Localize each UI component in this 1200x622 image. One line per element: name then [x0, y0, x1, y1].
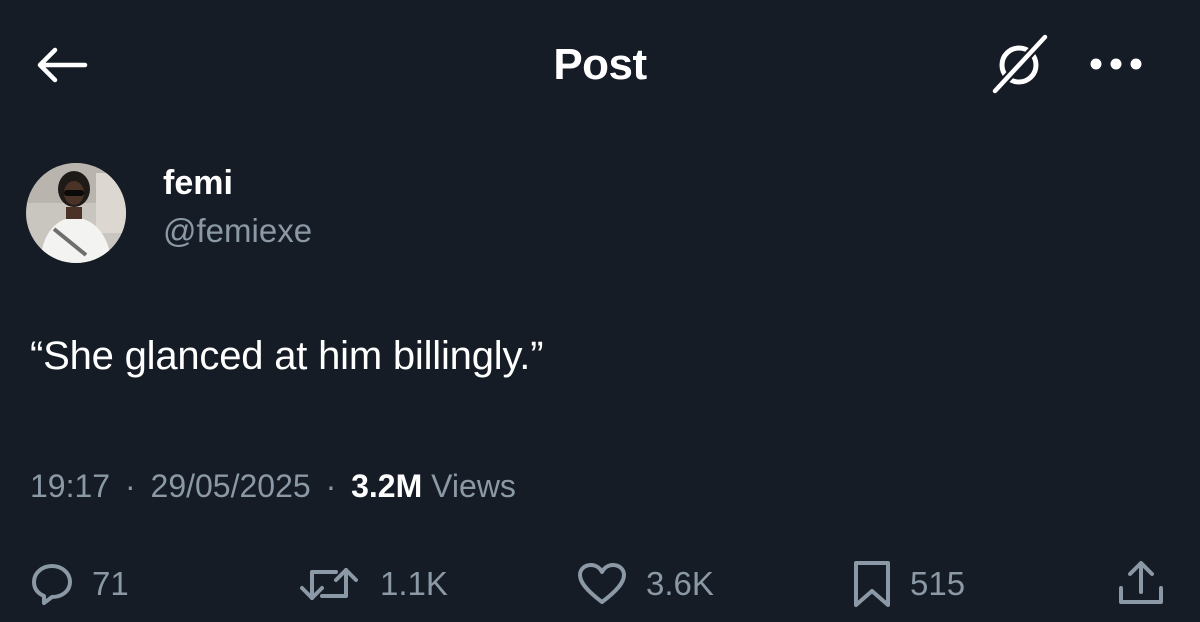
grok-button[interactable] [984, 32, 1056, 100]
meta-separator: · [124, 468, 136, 504]
repost-icon [296, 562, 362, 606]
avatar[interactable] [26, 163, 126, 263]
bookmark-button[interactable]: 515 [852, 556, 965, 612]
post-date[interactable]: 29/05/2025 [151, 468, 311, 504]
post-screen: Post femi @femiexe “She glanced at him b… [0, 0, 1200, 622]
reply-count: 71 [92, 565, 129, 602]
author-handle[interactable]: @femiexe [163, 212, 312, 250]
meta-separator: · [325, 468, 337, 504]
repost-count: 1.1K [380, 565, 448, 602]
share-button[interactable] [1116, 556, 1166, 612]
post-time[interactable]: 19:17 [30, 468, 110, 504]
bookmark-icon [852, 559, 892, 609]
views-label: Views [431, 468, 516, 504]
top-bar: Post [0, 0, 1200, 134]
views-count: 3.2M [351, 468, 423, 504]
author-display-name[interactable]: femi [163, 164, 233, 203]
grok-icon [987, 31, 1053, 102]
like-button[interactable]: 3.6K [576, 556, 714, 612]
post-text: “She glanced at him billingly.” [30, 334, 544, 378]
more-dots-icon [1086, 56, 1146, 77]
reply-button[interactable]: 71 [30, 556, 129, 612]
reply-bubble-icon [30, 562, 74, 606]
heart-icon [576, 562, 628, 606]
more-options-button[interactable] [1082, 44, 1150, 88]
like-count: 3.6K [646, 565, 714, 602]
post-meta: 19:17 · 29/05/2025 · 3.2M Views [30, 468, 516, 505]
repost-button[interactable]: 1.1K [296, 556, 448, 612]
bookmark-count: 515 [910, 565, 966, 602]
share-icon [1116, 560, 1166, 608]
